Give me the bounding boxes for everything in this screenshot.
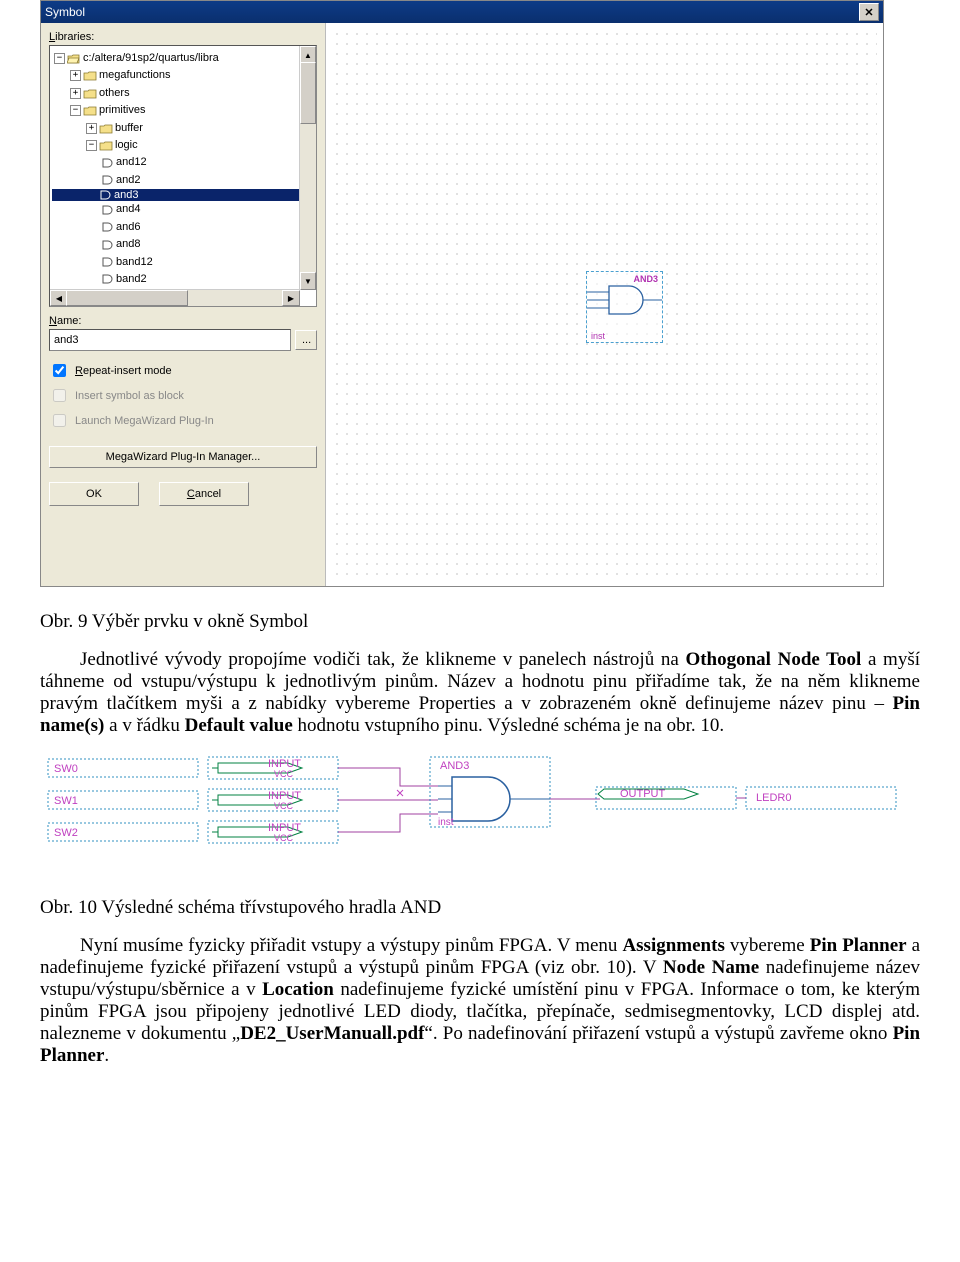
- schematic-figure: SW0 SW1 SW2 INPUT VCC INPUT VCC INPUT: [40, 753, 920, 873]
- gate-icon: [102, 257, 114, 267]
- svg-text:SW0: SW0: [54, 763, 78, 775]
- tree-item[interactable]: band12: [100, 254, 314, 271]
- tree-item[interactable]: and12: [100, 154, 314, 171]
- tree-item[interactable]: and4: [100, 201, 314, 218]
- paragraph-1: Jednotlivé vývody propojíme vodiči tak, …: [40, 649, 920, 737]
- cancel-button[interactable]: Cancel: [159, 482, 249, 506]
- gate-icon: [102, 158, 114, 168]
- svg-text:LEDR0: LEDR0: [756, 792, 791, 804]
- tree-item[interactable]: band2: [100, 271, 314, 288]
- svg-text:SW2: SW2: [54, 827, 78, 839]
- checkbox-icon: [53, 389, 66, 402]
- tree-folder[interactable]: −primitives: [68, 102, 314, 119]
- tree-root[interactable]: −c:/altera/91sp2/quartus/libra: [52, 50, 314, 67]
- scroll-right-icon[interactable]: ▶: [282, 290, 300, 306]
- tree-item-selected[interactable]: and3: [52, 189, 314, 201]
- folder-icon: [83, 105, 97, 116]
- folder-icon: [99, 140, 113, 151]
- tree-hscrollbar[interactable]: ◀ ▶: [50, 289, 300, 306]
- svg-text:VCC: VCC: [274, 801, 294, 811]
- repeat-insert-checkbox[interactable]: Repeat-insert mode: [49, 361, 317, 380]
- megawizard-button[interactable]: MegaWizard Plug-In Manager...: [49, 446, 317, 468]
- figure-9-caption: Obr. 9 Výběr prvku v okně Symbol: [40, 611, 920, 633]
- checkbox-icon[interactable]: [53, 364, 66, 377]
- close-icon[interactable]: ✕: [859, 3, 879, 21]
- launch-megawizard-checkbox: Launch MegaWizard Plug-In: [49, 411, 317, 430]
- dialog-titlebar[interactable]: Symbol ✕: [41, 1, 883, 23]
- svg-text:VCC: VCC: [274, 833, 294, 843]
- paragraph-2: Nyní musíme fyzicky přiřadit vstupy a vý…: [40, 935, 920, 1067]
- ok-button[interactable]: OK: [49, 482, 139, 506]
- folder-open-icon: [67, 53, 81, 64]
- figure-10-caption: Obr. 10 Výsledné schéma třívstupového hr…: [40, 897, 920, 919]
- name-input[interactable]: [49, 329, 291, 351]
- checkbox-icon: [53, 414, 66, 427]
- gate-icon: [102, 240, 114, 250]
- scroll-thumb[interactable]: [300, 62, 316, 124]
- tree-folder[interactable]: −logic: [84, 137, 314, 154]
- browse-button[interactable]: ...: [295, 330, 317, 350]
- svg-text:inst: inst: [438, 817, 454, 828]
- gate-icon: [100, 190, 112, 200]
- svg-text:OUTPUT: OUTPUT: [620, 788, 666, 800]
- folder-icon: [99, 123, 113, 134]
- gate-icon: [102, 274, 114, 284]
- and3-symbol: AND3 inst: [586, 271, 663, 343]
- insert-block-checkbox: Insert symbol as block: [49, 386, 317, 405]
- gate-icon: [102, 222, 114, 232]
- libraries-tree[interactable]: −c:/altera/91sp2/quartus/libra +megafunc…: [49, 45, 317, 307]
- svg-text:SW1: SW1: [54, 795, 78, 807]
- dialog-title: Symbol: [45, 5, 859, 19]
- scroll-down-icon[interactable]: ▼: [300, 272, 316, 290]
- tree-vscrollbar[interactable]: ▲ ▼: [299, 46, 316, 290]
- folder-icon: [83, 70, 97, 81]
- svg-text:AND3: AND3: [440, 760, 469, 772]
- libraries-label: Libraries:: [49, 31, 317, 43]
- instance-label: inst: [591, 331, 605, 341]
- scroll-thumb[interactable]: [66, 290, 188, 306]
- gate-icon: [102, 175, 114, 185]
- tree-folder[interactable]: +others: [68, 85, 314, 102]
- gate-icon: [102, 205, 114, 215]
- tree-item[interactable]: and2: [100, 172, 314, 189]
- symbol-preview-canvas: AND3 inst: [325, 23, 883, 586]
- tree-folder[interactable]: +buffer: [84, 120, 314, 137]
- symbol-dialog: Symbol ✕ Libraries: −c:/altera/91sp2/qua…: [40, 0, 884, 587]
- tree-item[interactable]: and6: [100, 219, 314, 236]
- folder-icon: [83, 88, 97, 99]
- svg-text:VCC: VCC: [274, 769, 294, 779]
- tree-folder[interactable]: +megafunctions: [68, 67, 314, 84]
- name-label: Name:: [49, 315, 317, 327]
- tree-item[interactable]: and8: [100, 236, 314, 253]
